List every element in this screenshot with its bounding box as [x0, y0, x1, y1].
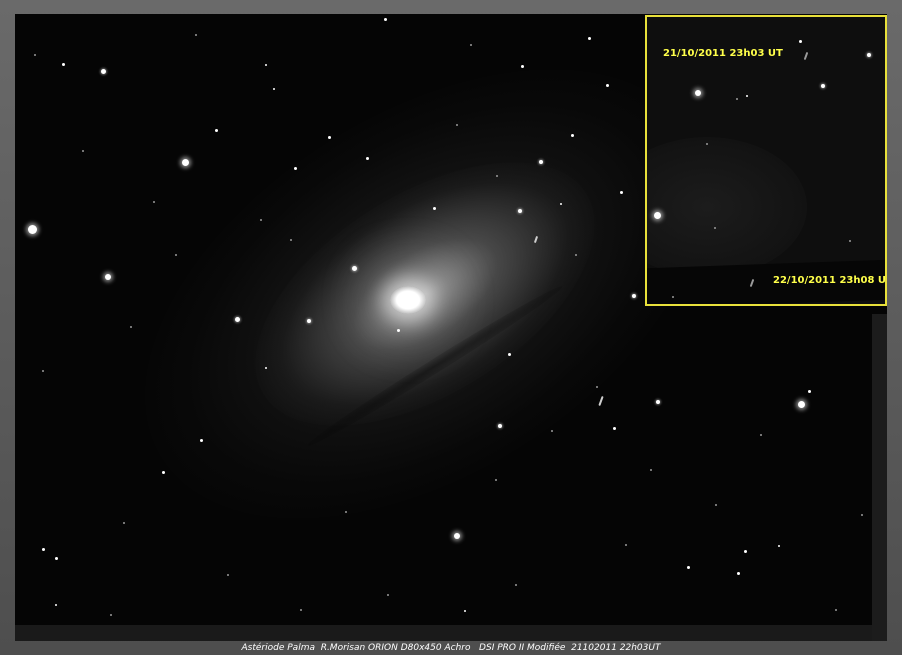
- star: [736, 98, 738, 100]
- star: [518, 209, 522, 213]
- star: [778, 545, 780, 547]
- star: [55, 604, 57, 606]
- star: [28, 225, 37, 234]
- star: [265, 367, 267, 369]
- star: [650, 469, 652, 471]
- star: [290, 239, 292, 241]
- star: [464, 610, 466, 612]
- star: [799, 40, 802, 43]
- star: [596, 386, 598, 388]
- star: [397, 329, 400, 332]
- star: [588, 37, 591, 40]
- star: [551, 430, 553, 432]
- star: [672, 296, 674, 298]
- star: [495, 479, 497, 481]
- inset-date-bottom: 22/10/2011 23h08 UT: [773, 275, 887, 286]
- sensor-edge-band: [15, 625, 887, 641]
- star: [387, 594, 389, 596]
- star: [195, 34, 197, 36]
- star: [571, 134, 574, 137]
- star: [153, 201, 155, 203]
- star: [307, 319, 311, 323]
- star: [835, 609, 837, 611]
- star: [508, 353, 511, 356]
- star: [130, 326, 132, 328]
- star: [654, 212, 661, 219]
- asteroid-comparison-inset: 21/10/2011 23h03 UT 22/10/2011 23h08 UT: [645, 15, 887, 306]
- star: [200, 439, 203, 442]
- star: [613, 427, 616, 430]
- star: [760, 434, 762, 436]
- star: [521, 65, 524, 68]
- asteroid-position-1: [803, 51, 809, 61]
- star: [456, 124, 458, 126]
- star: [560, 203, 562, 205]
- star: [849, 240, 851, 242]
- star: [300, 609, 302, 611]
- star: [345, 511, 347, 513]
- star: [496, 175, 498, 177]
- star: [62, 63, 65, 66]
- star: [470, 44, 472, 46]
- star: [737, 572, 740, 575]
- star: [265, 64, 267, 66]
- star: [746, 95, 748, 97]
- star: [498, 424, 502, 428]
- star: [235, 317, 240, 322]
- star: [539, 160, 543, 164]
- star: [821, 84, 825, 88]
- galaxy-core: [390, 286, 426, 314]
- star: [454, 533, 460, 539]
- star: [706, 143, 708, 145]
- star: [744, 550, 747, 553]
- star: [625, 544, 627, 546]
- star: [384, 18, 387, 21]
- star: [294, 167, 297, 170]
- star: [714, 227, 716, 229]
- star: [101, 69, 106, 74]
- star: [798, 401, 805, 408]
- star: [867, 53, 871, 57]
- image-caption: Astériode Palma R.Morisan ORION D80x450 …: [241, 643, 661, 653]
- star: [515, 584, 517, 586]
- star: [82, 150, 84, 152]
- star: [42, 548, 45, 551]
- star: [366, 157, 369, 160]
- star: [34, 54, 36, 56]
- star: [606, 84, 609, 87]
- star: [55, 557, 58, 560]
- star: [620, 191, 623, 194]
- star: [175, 254, 177, 256]
- star: [273, 88, 275, 90]
- star: [695, 90, 701, 96]
- star: [215, 129, 218, 132]
- asteroid-trail: [598, 395, 604, 407]
- star: [433, 207, 436, 210]
- inset-date-top: 21/10/2011 23h03 UT: [663, 48, 783, 59]
- star: [123, 522, 125, 524]
- star: [632, 294, 636, 298]
- inset-background-glow: [647, 137, 807, 277]
- star: [861, 514, 863, 516]
- star: [352, 266, 357, 271]
- image-frame: 21/10/2011 23h03 UT 22/10/2011 23h08 UT …: [0, 0, 902, 655]
- star: [227, 574, 229, 576]
- star: [182, 159, 189, 166]
- star: [687, 566, 690, 569]
- star: [575, 254, 577, 256]
- star: [328, 136, 331, 139]
- star: [260, 219, 262, 221]
- sensor-edge-band: [872, 314, 887, 641]
- star: [715, 504, 717, 506]
- star: [42, 370, 44, 372]
- star: [105, 274, 111, 280]
- star: [808, 390, 811, 393]
- star: [656, 400, 660, 404]
- star: [110, 614, 112, 616]
- star: [162, 471, 165, 474]
